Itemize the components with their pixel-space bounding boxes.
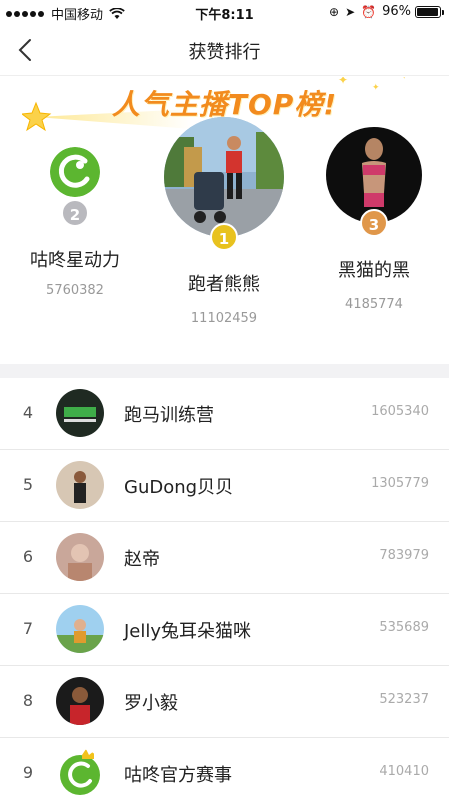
rank-medal: 1 [210, 223, 238, 251]
battery-icon [415, 5, 444, 18]
list-item[interactable]: 9 咕咚官方赛事 410410 [0, 738, 449, 800]
gudong-logo-icon [60, 749, 100, 795]
status-bar: 中国移动 下午8:11 ⊕ ➤ ⏰ 96% [0, 0, 449, 24]
user-name: 赵帝 [124, 549, 160, 570]
status-right: ⊕ ➤ ⏰ 96% [329, 4, 444, 19]
winner-name: 跑者熊熊 [188, 274, 260, 295]
user-name: 罗小毅 [124, 693, 178, 714]
rank-number: 7 [22, 619, 34, 638]
avatar [56, 389, 104, 437]
like-count: 410410 [379, 764, 429, 779]
avatar [56, 461, 104, 509]
section-divider [0, 364, 449, 378]
winner-score: 4185774 [345, 297, 403, 312]
rank-number: 4 [22, 403, 34, 422]
gudong-logo-icon [50, 147, 100, 197]
winner-name: 咕咚星动力 [30, 250, 120, 271]
podium-section: ✦ ✦ ✧ 人气主播TOP榜! 2 咕咚星动力 5760382 [0, 77, 449, 364]
winner-score: 11102459 [190, 311, 258, 326]
runner-photo [164, 117, 284, 237]
rank-number: 5 [22, 475, 34, 494]
avatar [56, 677, 104, 725]
podium-second[interactable]: 2 咕咚星动力 5760382 [22, 147, 128, 298]
list-item[interactable]: 5 GuDong贝贝 1305779 [0, 450, 449, 522]
like-count: 1605340 [371, 404, 429, 419]
location-icon: ➤ [345, 4, 356, 19]
rank-number: 6 [22, 547, 34, 566]
rank-number: 8 [22, 691, 34, 710]
avatar [56, 749, 104, 797]
rank-number: 9 [22, 763, 34, 782]
rank-medal: 3 [360, 209, 388, 237]
rotation-lock-icon: ⊕ [329, 4, 340, 19]
avatar [164, 117, 284, 237]
alarm-icon: ⏰ [361, 4, 377, 19]
user-name: 咕咚官方赛事 [124, 765, 232, 786]
user-name: Jelly兔耳朵猫咪 [124, 621, 252, 642]
user-name: 跑马训练营 [124, 405, 214, 426]
avatar [50, 147, 100, 197]
like-count: 523237 [379, 692, 429, 707]
podium-first[interactable]: 1 跑者熊熊 11102459 [160, 117, 288, 326]
list-item[interactable]: 4 跑马训练营 1605340 [0, 378, 449, 450]
avatar [56, 533, 104, 581]
like-count: 535689 [379, 620, 429, 635]
battery-percent: 96% [382, 4, 411, 19]
like-count: 783979 [379, 548, 429, 563]
podium-third[interactable]: 3 黑猫的黑 4185774 [322, 127, 426, 312]
ranking-list: 4 跑马训练营 1605340 5 GuDong贝贝 1305779 6 赵帝 … [0, 378, 449, 800]
rank-medal: 2 [61, 199, 89, 227]
page-title: 获赞排行 [188, 42, 261, 63]
list-item[interactable]: 8 罗小毅 523237 [0, 666, 449, 738]
winner-score: 5760382 [46, 283, 104, 298]
nav-bar: 获赞排行 [0, 24, 449, 76]
user-name: GuDong贝贝 [124, 477, 234, 498]
like-count: 1305779 [371, 476, 429, 491]
winner-name: 黑猫的黑 [338, 260, 410, 281]
list-item[interactable]: 7 Jelly兔耳朵猫咪 535689 [0, 594, 449, 666]
list-item[interactable]: 6 赵帝 783979 [0, 522, 449, 594]
sparkle-icon: ✧ [400, 77, 408, 82]
avatar [56, 605, 104, 653]
